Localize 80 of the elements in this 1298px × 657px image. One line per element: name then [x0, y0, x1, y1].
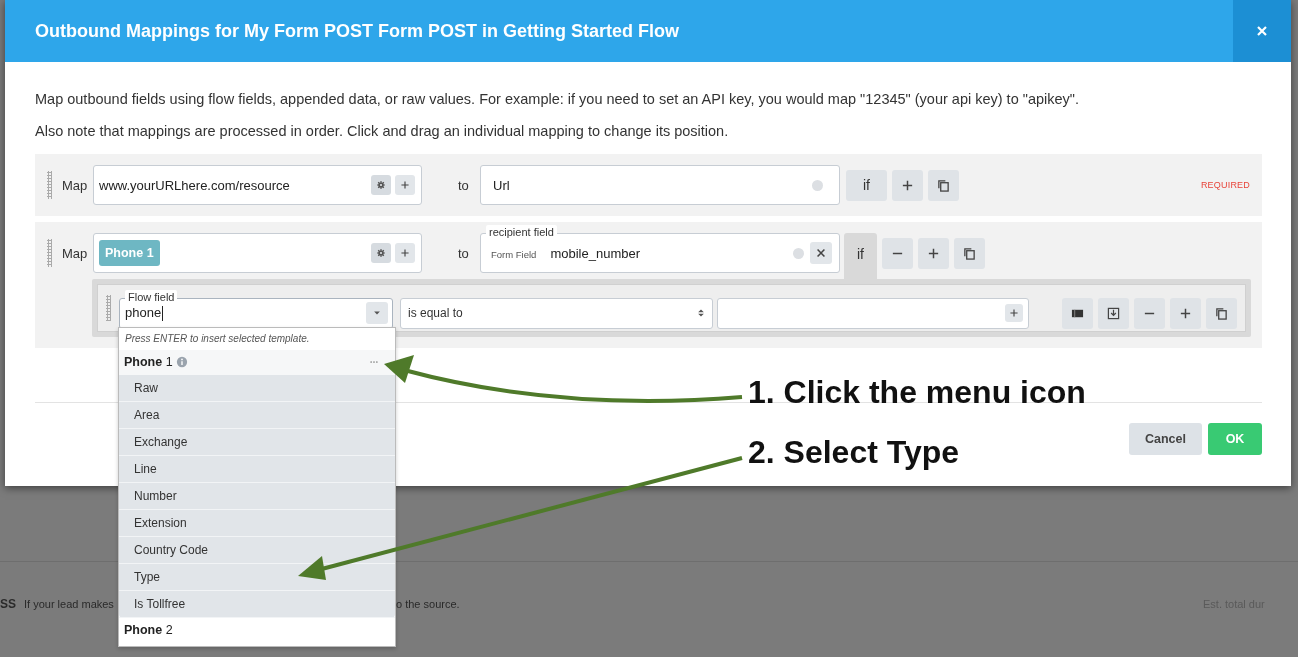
menu-item[interactable]: Number	[119, 482, 395, 510]
close-icon	[815, 247, 827, 259]
hint-text: Press ENTER to insert selected template.	[124, 331, 311, 346]
plus-icon	[901, 178, 914, 192]
page-text: If your lead makes	[24, 597, 114, 612]
drag-handle[interactable]	[47, 171, 52, 199]
field-value: mobile_number	[550, 245, 641, 261]
add-button[interactable]	[918, 237, 949, 269]
settings-button[interactable]	[371, 175, 391, 195]
page-text: o the source.	[396, 597, 460, 612]
instruction-text: Map outbound fields using flow fields, appended data, or raw values. For example: if you need to set an API key, you would map "12345" (your api key) to "apikey".	[35, 90, 1080, 109]
to-label: to	[458, 245, 470, 261]
page-text: SS	[0, 596, 16, 613]
info-icon	[175, 356, 188, 368]
dropdown-button[interactable]	[366, 302, 388, 324]
required-label: REQUIRED	[1200, 180, 1250, 190]
menu-item[interactable]: Exchange	[119, 428, 395, 456]
map-label: Map	[62, 245, 89, 261]
add-button[interactable]	[892, 169, 923, 201]
field-value: Url	[493, 177, 511, 193]
group-header[interactable]: Phone 2	[119, 617, 395, 643]
if-tab[interactable]: if	[846, 169, 887, 201]
import-button[interactable]	[1098, 297, 1129, 329]
remove-button[interactable]	[882, 237, 913, 269]
group-header[interactable]: Phone 1	[119, 349, 395, 375]
settings-icon	[376, 180, 386, 190]
add-button[interactable]	[395, 243, 415, 263]
clear-button[interactable]	[810, 242, 832, 264]
plus-icon	[1179, 306, 1192, 320]
duplicate-button[interactable]	[1206, 297, 1237, 329]
add-button[interactable]	[1005, 304, 1023, 322]
field-legend: recipient field	[486, 225, 557, 239]
value-field[interactable]	[717, 297, 1029, 329]
duplicate-button[interactable]	[954, 237, 985, 269]
add-button[interactable]	[1170, 297, 1201, 329]
plus-icon	[400, 248, 410, 258]
drag-handle[interactable]	[106, 295, 111, 321]
updown-icon	[696, 308, 706, 318]
settings-icon	[376, 248, 386, 258]
select-value: is equal to	[408, 306, 463, 320]
duplicate-button[interactable]	[928, 169, 959, 201]
remove-button[interactable]	[1134, 297, 1165, 329]
import-icon	[1107, 306, 1120, 320]
menu-item[interactable]: Extension	[119, 509, 395, 537]
copy-icon	[963, 246, 976, 260]
field-legend: Flow field	[125, 289, 178, 304]
close-icon	[1255, 24, 1269, 38]
plus-icon	[400, 180, 410, 190]
field-type-label: Form Field	[491, 248, 537, 260]
source-field[interactable]: www.yourURLhere.com/resource	[93, 165, 422, 205]
status-dot	[793, 247, 804, 259]
menu-item[interactable]: Raw	[119, 374, 395, 402]
plus-icon	[927, 246, 940, 260]
if-tab[interactable]: if	[844, 233, 877, 280]
annotation-text: 1. Click the menu icon	[748, 374, 1086, 410]
operator-select[interactable]: is equal to	[400, 297, 713, 329]
field-value: phone	[125, 305, 162, 321]
plus-icon	[1009, 308, 1019, 318]
add-button[interactable]	[395, 175, 415, 195]
group-label: Phone 1	[124, 355, 173, 369]
copy-icon	[1215, 306, 1228, 320]
toggle-button[interactable]	[1062, 297, 1093, 329]
drag-handle[interactable]	[47, 239, 52, 267]
menu-item[interactable]: Area	[119, 401, 395, 429]
menu-item[interactable]: Line	[119, 455, 395, 483]
instruction-text: Also note that mappings are processed in order. Click and drag an individual mapping to change its position.	[35, 122, 730, 141]
target-field[interactable]: Url	[480, 165, 840, 205]
settings-button[interactable]	[371, 243, 391, 263]
group-label: Phone 2	[124, 623, 173, 637]
map-label: Map	[62, 177, 89, 193]
annotation-text: 2. Select Type	[748, 434, 960, 470]
to-label: to	[458, 177, 470, 193]
cancel-button[interactable]: Cancel	[1129, 423, 1202, 455]
mapping-row[interactable]: Map www.yourURLhere.com/resource to Url if REQUIRED	[35, 154, 1262, 216]
copy-icon	[937, 178, 950, 192]
menu-item[interactable]: Is Tollfree	[119, 590, 395, 618]
status-dot	[812, 179, 823, 191]
dialog-title: Outbound Mappings for My Form POST Form POST in Getting Started Flow	[34, 20, 679, 42]
text-cursor	[162, 305, 164, 321]
field-value: www.yourURLhere.com/resource	[99, 177, 291, 193]
